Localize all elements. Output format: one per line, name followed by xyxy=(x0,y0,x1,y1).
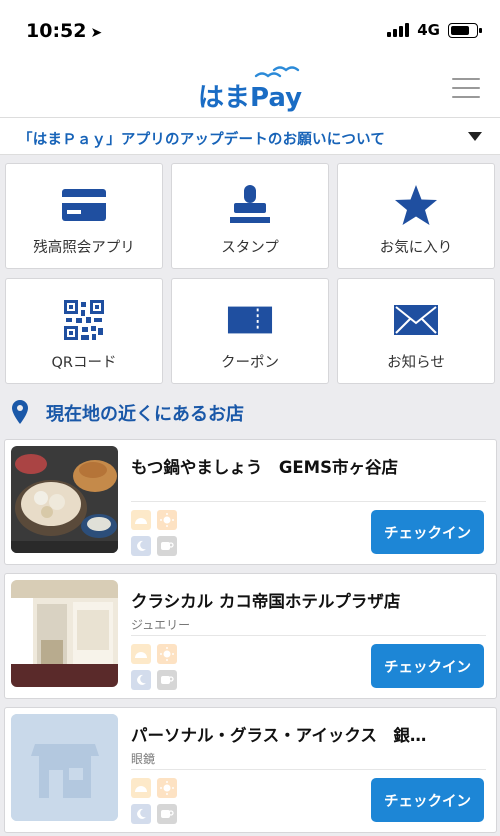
shop-name: パーソナル・グラス・アイックス 銀… xyxy=(131,726,427,745)
caret-down-icon[interactable] xyxy=(468,132,482,141)
dinner-icon xyxy=(131,536,151,556)
lunch-icon xyxy=(157,510,177,530)
lunch-icon xyxy=(157,644,177,664)
section-title: 現在地の近くにあるお店 xyxy=(46,404,244,425)
menu-icon[interactable] xyxy=(452,78,480,98)
mail-icon xyxy=(393,299,439,341)
dinner-icon xyxy=(131,670,151,690)
star-icon xyxy=(393,184,439,226)
breakfast-icon xyxy=(131,644,151,664)
shop-category: ジュエリー xyxy=(131,618,191,632)
divider xyxy=(131,769,486,770)
location-arrow-icon: ➤ xyxy=(90,25,103,41)
shop-thumbnail xyxy=(11,446,118,553)
tile-label: 残高照会アプリ xyxy=(33,240,135,256)
app-header: はまPay xyxy=(0,58,500,118)
nearby-section-header: 現在地の近くにあるお店 xyxy=(0,396,500,430)
shop-card[interactable]: クラシカル カコ帝国ホテルプラザ店 ジュエリー チェックイン xyxy=(4,573,497,699)
shop-category: 眼鏡 xyxy=(131,752,156,766)
battery-icon xyxy=(448,22,482,38)
stamp-icon xyxy=(227,184,273,226)
card-icon xyxy=(61,184,107,226)
breakfast-icon xyxy=(131,778,151,798)
tile-favorites[interactable]: お気に入り xyxy=(337,163,495,269)
shop-card[interactable]: もつ鍋やましょう GEMS市ヶ谷店 チェックイン xyxy=(4,439,497,565)
tile-label: お知らせ xyxy=(387,355,445,371)
lunch-icon xyxy=(157,778,177,798)
tile-stamp[interactable]: スタンプ xyxy=(171,163,329,269)
tile-coupon[interactable]: クーポン xyxy=(171,278,329,384)
tile-qr[interactable]: QRコード xyxy=(5,278,163,384)
shop-thumbnail xyxy=(11,580,118,687)
tile-label: クーポン xyxy=(221,355,279,371)
shop-name: もつ鍋やましょう GEMS市ヶ谷店 xyxy=(131,458,398,477)
cafe-icon xyxy=(157,536,177,556)
checkin-button[interactable]: チェックイン xyxy=(371,644,484,688)
logo-text: はまPay xyxy=(198,83,302,113)
network-type: 4G xyxy=(417,21,440,39)
shop-card[interactable]: パーソナル・グラス・アイックス 銀… 眼鏡 チェックイン xyxy=(4,707,497,833)
shop-name: クラシカル カコ帝国ホテルプラザ店 xyxy=(131,592,401,611)
divider xyxy=(131,635,486,636)
checkin-button[interactable]: チェックイン xyxy=(371,778,484,822)
checkin-button[interactable]: チェックイン xyxy=(371,510,484,554)
status-time: 10:52 ➤ xyxy=(26,20,103,42)
qr-icon xyxy=(61,299,107,341)
tile-label: QRコード xyxy=(51,355,117,371)
status-bar: 10:52 ➤ 4G xyxy=(0,0,500,58)
tile-label: スタンプ xyxy=(221,240,279,256)
notice-banner[interactable]: 「はまＰａｙ」アプリのアップデートのお願いについて xyxy=(0,118,500,155)
location-pin-icon xyxy=(12,400,28,424)
shop-placeholder-icon xyxy=(11,714,118,821)
dinner-icon xyxy=(131,804,151,824)
hamapay-logo: はまPay xyxy=(198,66,302,113)
breakfast-icon xyxy=(131,510,151,530)
cafe-icon xyxy=(157,670,177,690)
ticket-icon xyxy=(227,299,273,341)
signal-icon xyxy=(387,23,410,37)
tile-balance[interactable]: 残高照会アプリ xyxy=(5,163,163,269)
tile-label: お気に入り xyxy=(379,240,453,256)
notice-text: 「はまＰａｙ」アプリのアップデートのお願いについて xyxy=(18,132,386,148)
cafe-icon xyxy=(157,804,177,824)
divider xyxy=(131,501,486,502)
tile-notices[interactable]: お知らせ xyxy=(337,278,495,384)
